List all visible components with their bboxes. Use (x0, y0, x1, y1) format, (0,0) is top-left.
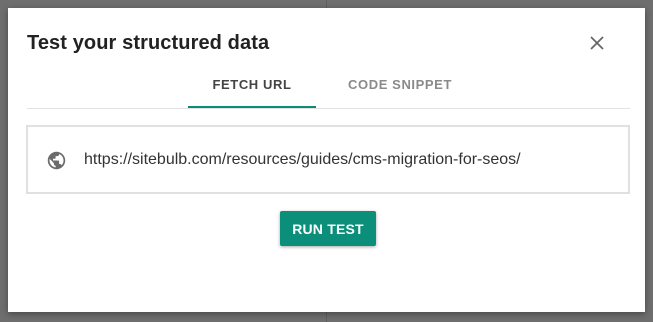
url-value: https://sitebulb.com/resources/guides/cm… (84, 151, 521, 168)
close-icon[interactable] (584, 30, 610, 56)
run-test-button[interactable]: RUN TEST (280, 211, 376, 246)
tab-bar: FETCH URL CODE SNIPPET (27, 66, 630, 109)
tab-code-snippet[interactable]: CODE SNIPPET (332, 66, 468, 106)
tab-fetch-url[interactable]: FETCH URL (188, 66, 316, 108)
globe-icon (46, 150, 67, 171)
url-input[interactable]: https://sitebulb.com/resources/guides/cm… (26, 125, 630, 194)
structured-data-dialog: Test your structured data FETCH URL CODE… (8, 8, 645, 312)
dialog-title: Test your structured data (27, 32, 270, 54)
